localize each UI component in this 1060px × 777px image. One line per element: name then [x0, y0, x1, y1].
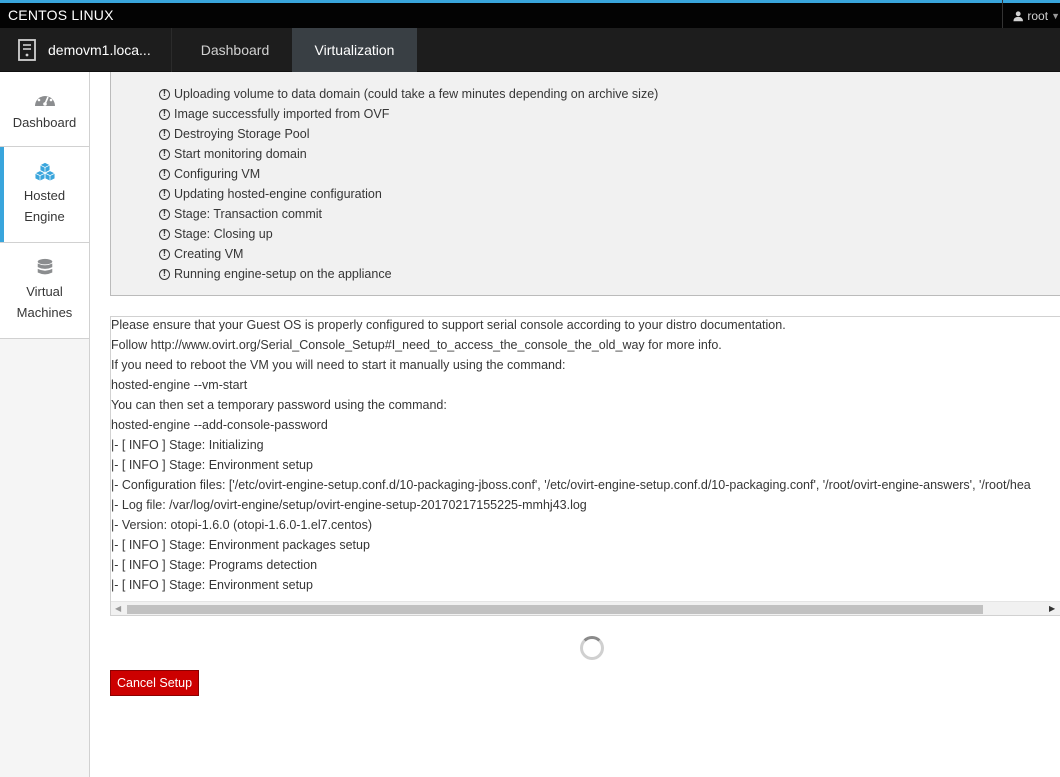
status-message: ! Destroying Storage Pool [159, 124, 658, 144]
scrollbar-thumb[interactable] [127, 605, 983, 614]
info-icon: ! [159, 248, 170, 260]
log-line: Please ensure that your Guest OS is prop… [111, 318, 786, 332]
cancel-setup-button[interactable]: Cancel Setup [110, 670, 199, 696]
log-line: hosted-engine --vm-start [111, 378, 248, 392]
info-icon: ! [159, 268, 170, 280]
info-icon: ! [159, 188, 170, 200]
status-message-list: ! Uploading volume to data domain (could … [159, 84, 658, 284]
user-menu[interactable]: root ▼ [1002, 0, 1060, 31]
status-message-text: Running engine-setup on the appliance [174, 267, 392, 281]
chevron-down-icon: ▼ [1051, 10, 1060, 21]
log-line: |- [ INFO ] Stage: Environment setup [111, 458, 313, 472]
sidebar-item-label: Hosted Engine [23, 188, 66, 224]
cubes-icon [34, 162, 55, 181]
loading-spinner-icon [580, 636, 604, 660]
host-navbar: demovm1.loca... Dashboard Virtualization [0, 28, 1060, 72]
log-line: |- Configuration files: ['/etc/ovirt-eng… [111, 478, 1031, 492]
tab-dashboard[interactable]: Dashboard [182, 28, 288, 72]
status-message-text: Uploading volume to data domain (could t… [174, 87, 659, 101]
sidebar-item-dashboard[interactable]: Dashboard [0, 72, 89, 147]
server-icon [18, 39, 36, 61]
status-message: ! Stage: Closing up [159, 224, 658, 244]
info-icon: ! [159, 128, 170, 140]
status-message: ! Stage: Transaction commit [159, 204, 658, 224]
log-line: You can then set a temporary password us… [111, 398, 447, 412]
info-icon: ! [159, 108, 170, 120]
status-message-text: Creating VM [174, 247, 244, 261]
info-icon: ! [159, 148, 170, 160]
tab-virtualization[interactable]: Virtualization [292, 28, 417, 72]
log-line: If you need to reboot the VM you will ne… [111, 358, 566, 372]
horizontal-scrollbar[interactable]: ◀ ▶ [111, 601, 1060, 615]
info-icon: ! [159, 228, 170, 240]
status-message-text: Start monitoring domain [174, 147, 307, 161]
sidebar: Dashboard Hosted Engine Virtual Machines [0, 72, 90, 777]
info-icon: ! [159, 208, 170, 220]
status-message-text: Stage: Closing up [174, 227, 273, 241]
scroll-left-arrow-icon[interactable]: ◀ [115, 604, 121, 613]
tachometer-icon [34, 92, 55, 106]
database-icon [37, 258, 52, 275]
status-message-text: Image successfully imported from OVF [174, 107, 390, 121]
sidebar-item-virtual-machines[interactable]: Virtual Machines [0, 243, 89, 339]
sidebar-item-hosted-engine[interactable]: Hosted Engine [0, 147, 89, 243]
log-line: |- Version: otopi-1.6.0 (otopi-1.6.0-1.e… [111, 518, 373, 532]
log-line: |- [ INFO ] Stage: Environment setup [111, 578, 313, 592]
log-output: Please ensure that your Guest OS is prop… [111, 317, 1060, 597]
host-name: demovm1.loca... [48, 42, 151, 58]
user-icon [1013, 10, 1023, 21]
top-brand-bar: CENTOS LINUX root ▼ [0, 0, 1060, 31]
status-message: ! Image successfully imported from OVF [159, 104, 658, 124]
brand-label: CENTOS LINUX [8, 7, 114, 23]
info-icon: ! [159, 88, 170, 100]
log-line: |- [ INFO ] Stage: Programs detection [111, 558, 318, 572]
user-name: root [1027, 8, 1049, 23]
status-message-text: Updating hosted-engine configuration [174, 187, 382, 201]
setup-status-panel: ! Uploading volume to data domain (could … [110, 72, 1060, 296]
status-message: ! Configuring VM [159, 164, 658, 184]
status-message-text: Destroying Storage Pool [174, 127, 310, 141]
log-line: |- [ INFO ] Stage: Environment packages … [111, 538, 370, 552]
status-message: ! Updating hosted-engine configuration [159, 184, 658, 204]
log-line: hosted-engine --add-console-password [111, 418, 328, 432]
log-line: Follow http://www.ovirt.org/Serial_Conso… [111, 338, 722, 352]
status-message: ! Start monitoring domain [159, 144, 658, 164]
status-message: ! Running engine-setup on the appliance [159, 264, 658, 284]
info-icon: ! [159, 168, 170, 180]
status-message-text: Configuring VM [174, 167, 261, 181]
status-message: ! Creating VM [159, 244, 658, 264]
sidebar-item-label: Dashboard [12, 115, 77, 130]
status-message: ! Uploading volume to data domain (could … [159, 84, 658, 104]
scroll-right-arrow-icon[interactable]: ▶ [1049, 604, 1055, 613]
setup-log-panel[interactable]: Please ensure that your Guest OS is prop… [110, 316, 1060, 616]
log-line: |- [ INFO ] Stage: Initializing [111, 438, 264, 452]
sidebar-item-label: Virtual Machines [16, 284, 73, 320]
log-line: |- Log file: /var/log/ovirt-engine/setup… [111, 498, 587, 512]
host-selector[interactable]: demovm1.loca... [0, 28, 172, 72]
status-message-text: Stage: Transaction commit [174, 207, 322, 221]
